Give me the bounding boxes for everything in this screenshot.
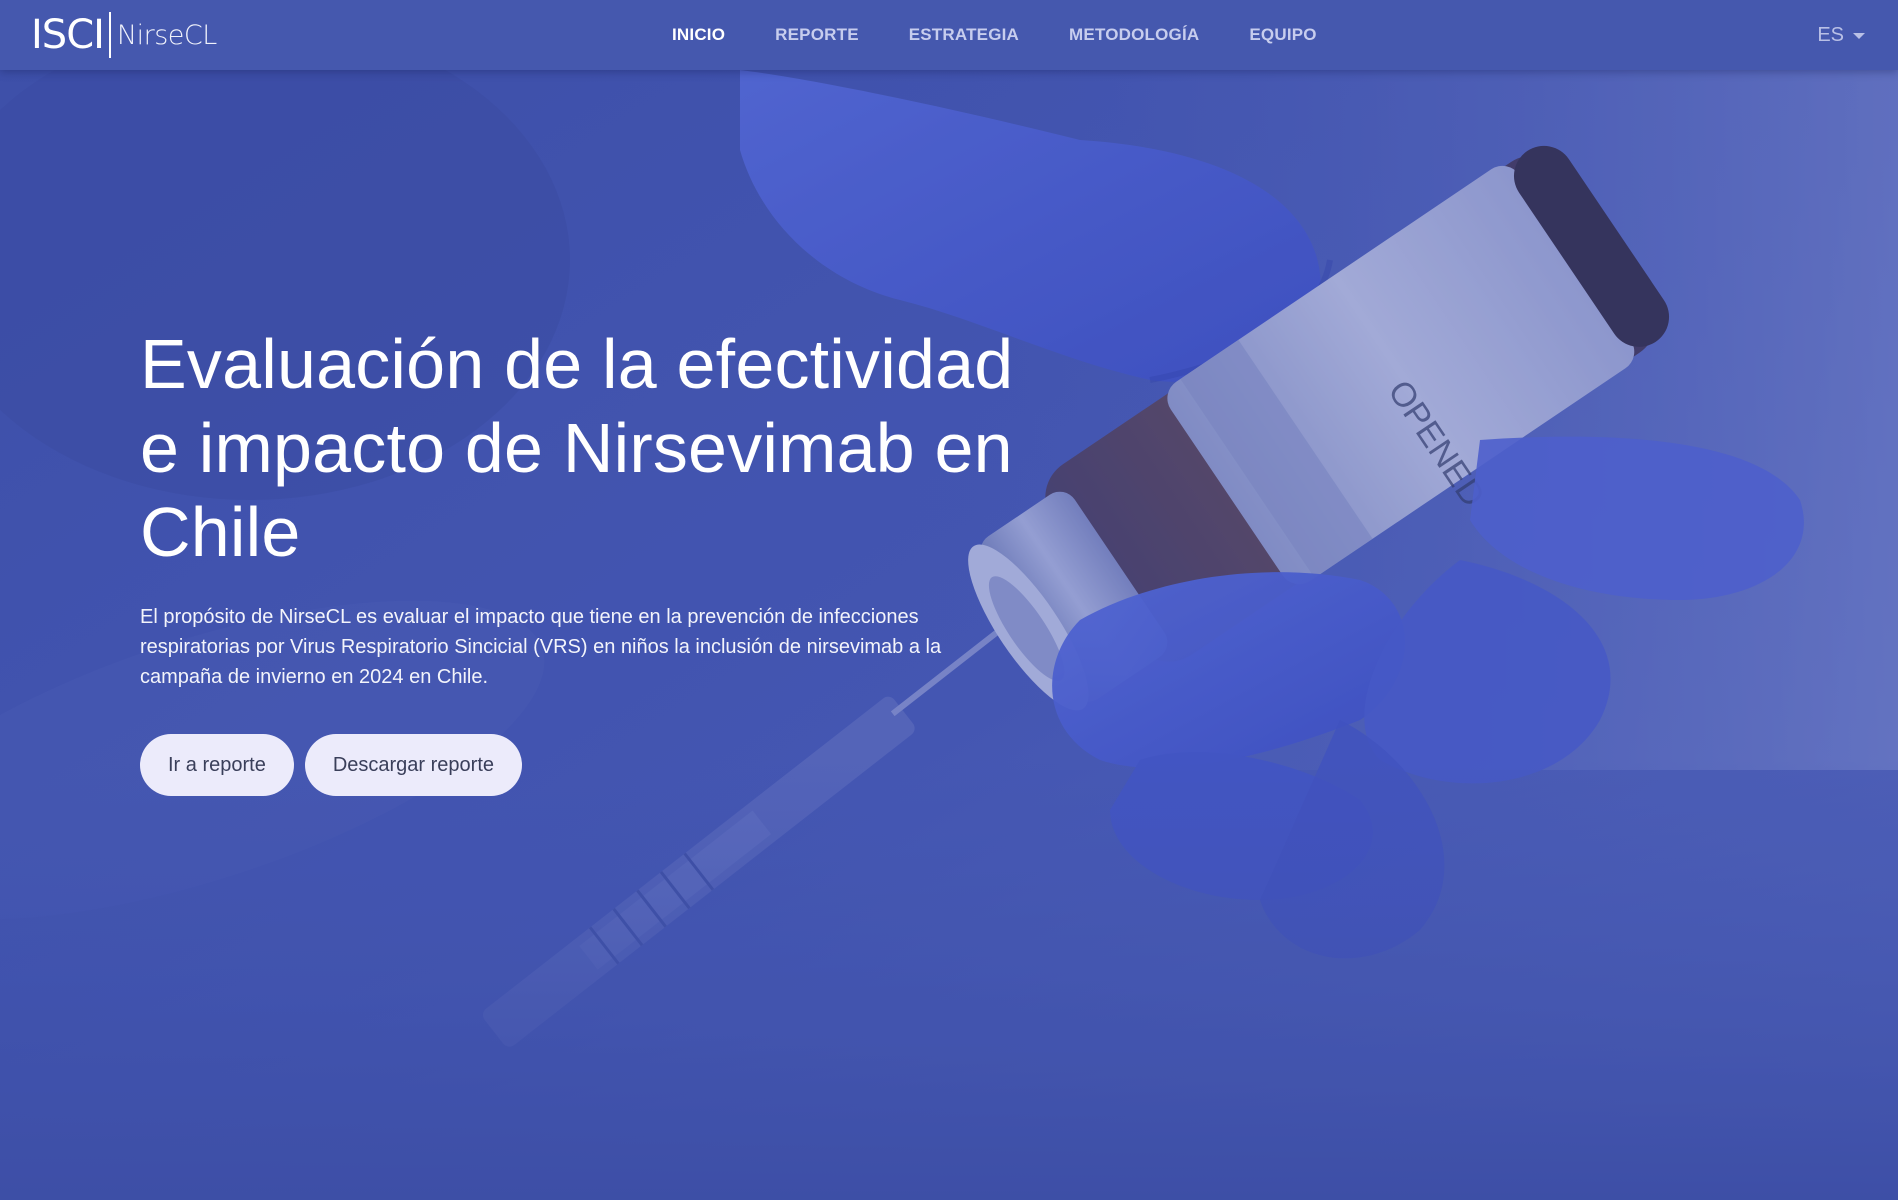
chevron-down-icon: [1853, 32, 1865, 39]
page: OPENED ISCI NirseCL INICIO REPORTE ESTRA…: [0, 0, 1898, 1200]
main-nav: INICIO REPORTE ESTRATEGIA METODOLOGÍA EQ…: [672, 0, 1342, 70]
hero-title: Evaluación de la efectividad e impacto d…: [140, 325, 1014, 571]
site-name: NirseCL: [116, 19, 217, 51]
brand-logo[interactable]: ISCI NirseCL: [31, 10, 217, 60]
hero-description: El propósito de NirseCL es evaluar el im…: [140, 606, 942, 688]
navbar: ISCI NirseCL INICIO REPORTE ESTRATEGIA M…: [0, 0, 1898, 70]
nav-link-equipo[interactable]: EQUIPO: [1224, 25, 1341, 45]
hero-buttons: Ir a reporte Descargar reporte: [140, 734, 1040, 796]
download-report-button[interactable]: Descargar reporte: [304, 734, 523, 796]
nav-link-reporte[interactable]: REPORTE: [750, 25, 884, 45]
go-to-report-button[interactable]: Ir a reporte: [140, 734, 294, 796]
nav-link-estrategia[interactable]: ESTRATEGIA: [884, 25, 1044, 45]
brand-divider: [108, 12, 111, 58]
nav-link-inicio[interactable]: INICIO: [672, 25, 750, 45]
language-selected: ES: [1817, 24, 1844, 46]
nav-link-metodologia[interactable]: METODOLOGÍA: [1044, 25, 1224, 45]
hero-section: Evaluación de la efectividad e impacto d…: [140, 322, 1040, 796]
isci-logo-text: ISCI: [31, 12, 105, 58]
language-selector[interactable]: ES: [1817, 24, 1865, 47]
